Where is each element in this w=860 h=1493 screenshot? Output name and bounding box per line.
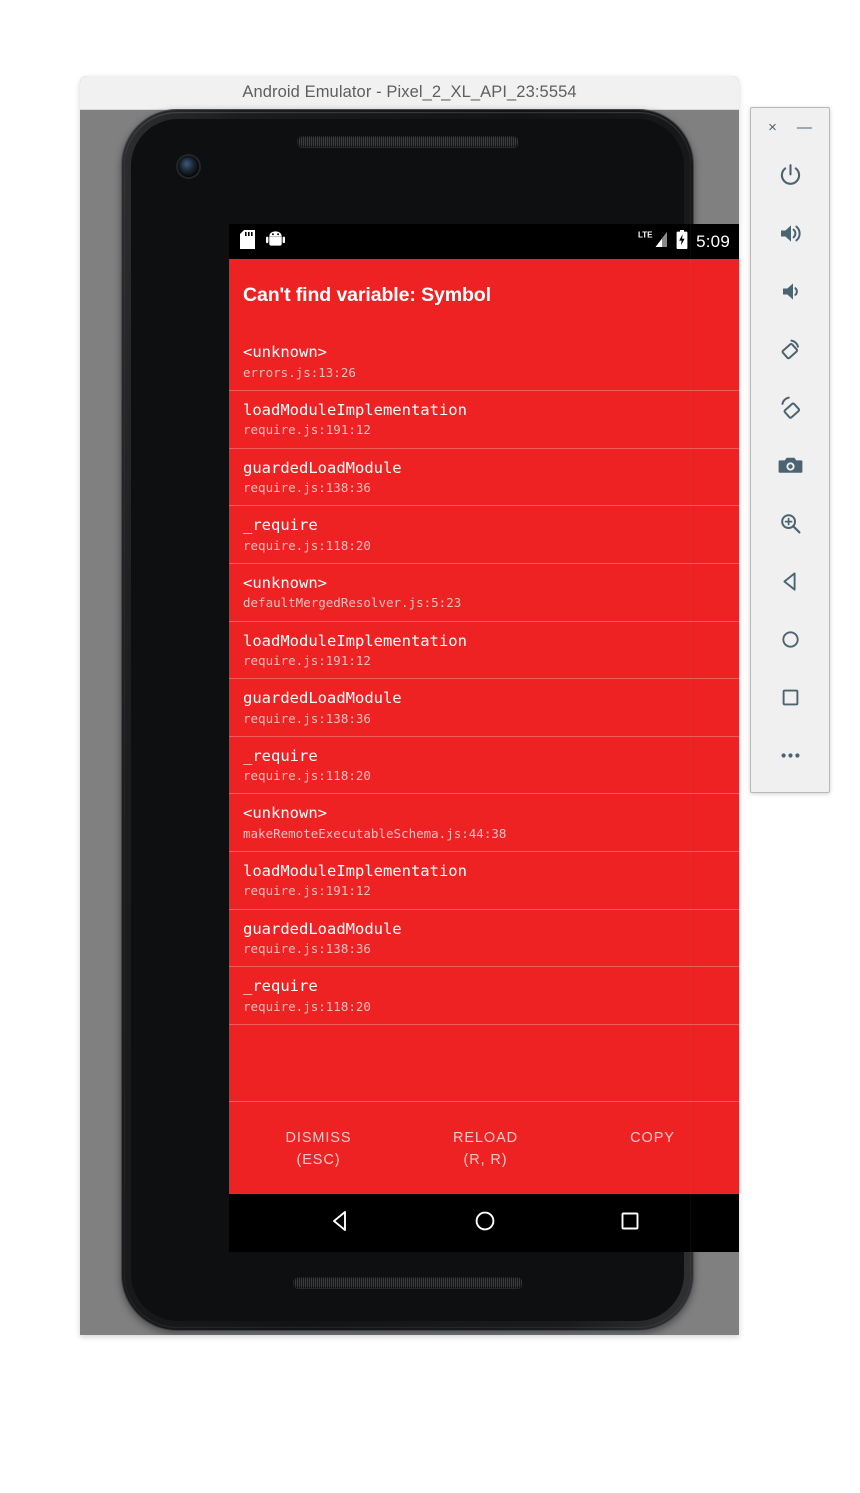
battery-charging-icon [676,229,688,254]
back-icon[interactable] [751,552,829,610]
camera-screenshot-icon[interactable] [751,436,829,494]
stack-frame-location: require.js:118:20 [243,768,371,784]
stack-frame-method: <unknown> [243,343,327,362]
status-bar-clock: 5:09 [696,231,730,251]
bottom-speaker-grille [292,1277,523,1288]
home-icon[interactable] [472,1208,498,1239]
overview-icon[interactable] [751,668,829,726]
svg-text:LTE: LTE [638,231,653,240]
action-shortcut: (ESC) [296,1151,341,1168]
home-icon[interactable] [751,610,829,668]
emulator-side-toolbar: × — [750,107,830,793]
stack-frame-method: guardedLoadModule [243,689,402,708]
close-icon[interactable]: × [768,120,777,135]
stack-frame-method: _require [243,977,318,996]
stack-frame-row[interactable]: loadModuleImplementation require.js:191:1… [229,622,739,680]
back-icon[interactable] [328,1208,354,1239]
status-bar-right-icons: LTE 5:09 [638,229,730,254]
phone-device-frame: LTE 5:09 Can't find variable: Symbol <un… [121,109,739,1331]
stack-frame-method: loadModuleImplementation [243,401,467,420]
stack-frame-location: makeRemoteExecutableSchema.js:44:38 [243,825,507,841]
stack-frame-method: _require [243,516,318,535]
screenshot-root: Android Emulator - Pixel_2_XL_API_23:555… [0,0,860,1493]
phone-screen: LTE 5:09 Can't find variable: Symbol <un… [229,224,739,1252]
volume-up-icon[interactable] [751,204,829,262]
copy-button[interactable]: COPY [605,1128,701,1150]
stack-frame-row[interactable]: loadModuleImplementation require.js:191:1… [229,391,739,449]
stack-frame-row[interactable]: loadModuleImplementation require.js:191:1… [229,852,739,910]
stack-frame-method: guardedLoadModule [243,919,402,938]
front-camera-icon [178,156,199,177]
overview-icon[interactable] [617,1208,643,1239]
earpiece-speaker [296,136,519,147]
stack-frame-row[interactable]: _require require.js:118:20 [229,506,739,564]
stack-frame-row[interactable]: <unknown> errors.js:13:26 [229,333,739,392]
action-label: RELOAD [452,1130,519,1146]
redbox-action-bar: DISMISS (ESC) RELOAD (R, R) COPY [229,1101,739,1194]
stack-frame-row[interactable]: guardedLoadModule require.js:138:36 [229,910,739,968]
stack-frame-location: errors.js:13:26 [243,364,356,380]
android-robot-icon [266,230,285,253]
stack-frame-location: require.js:191:12 [243,652,371,668]
stack-frame-location: require.js:118:20 [243,537,371,553]
more-icon[interactable] [751,726,829,784]
stack-frame-row[interactable]: _require require.js:118:20 [229,967,739,1025]
minimize-icon[interactable]: — [797,120,812,135]
zoom-in-icon[interactable] [751,494,829,552]
android-navigation-bar [229,1194,739,1252]
stack-frame-location: require.js:191:12 [243,422,371,438]
status-bar-left-icons [240,229,285,254]
error-title: Can't find variable: Symbol [243,284,491,306]
stack-frame-row[interactable]: <unknown> makeRemoteExecutableSchema.js:4… [229,794,739,853]
stack-trace-list[interactable]: <unknown> errors.js:13:26 loadModuleImplem… [229,307,739,1101]
stack-frame-location: defaultMergedResolver.js:5:23 [243,595,462,611]
volume-down-icon[interactable] [751,262,829,320]
stack-frame-method: guardedLoadModule [243,458,402,477]
stack-frame-method: <unknown> [243,804,327,823]
emulator-window-title: Android Emulator - Pixel_2_XL_API_23:555… [242,83,577,101]
stack-frame-location: require.js:138:36 [243,710,371,726]
action-label: COPY [630,1130,675,1146]
rotate-left-icon[interactable] [751,320,829,378]
emulator-titlebar: Android Emulator - Pixel_2_XL_API_23:555… [80,76,739,110]
stack-frame-location: require.js:138:36 [243,941,371,957]
sd-card-icon [240,229,255,254]
dismiss-button[interactable]: DISMISS (ESC) [271,1128,367,1172]
stack-frame-method: _require [243,746,318,765]
emulator-window: Android Emulator - Pixel_2_XL_API_23:555… [80,76,739,1335]
action-shortcut: (R, R) [463,1151,508,1168]
power-icon[interactable] [751,146,829,204]
stack-frame-method: <unknown> [243,573,327,592]
stack-frame-row[interactable]: guardedLoadModule require.js:138:36 [229,449,739,507]
stack-frame-row[interactable]: _require require.js:118:20 [229,737,739,795]
rotate-right-icon[interactable] [751,378,829,436]
toolbar-window-buttons: × — [751,108,829,146]
stack-frame-method: loadModuleImplementation [243,862,467,881]
stack-frame-location: require.js:191:12 [243,883,371,899]
lte-signal-icon: LTE [638,229,668,254]
stack-frame-location: require.js:118:20 [243,998,371,1014]
reload-button[interactable]: RELOAD (R, R) [438,1128,534,1172]
android-status-bar: LTE 5:09 [229,224,739,259]
action-label: DISMISS [285,1130,352,1146]
stack-frame-method: loadModuleImplementation [243,631,467,650]
stack-frame-row[interactable]: guardedLoadModule require.js:138:36 [229,679,739,737]
stack-frame-location: require.js:138:36 [243,480,371,496]
redbox-error-overlay: Can't find variable: Symbol <unknown> err… [229,259,739,1194]
stack-frame-row[interactable]: <unknown> defaultMergedResolver.js:5:23 [229,564,739,622]
